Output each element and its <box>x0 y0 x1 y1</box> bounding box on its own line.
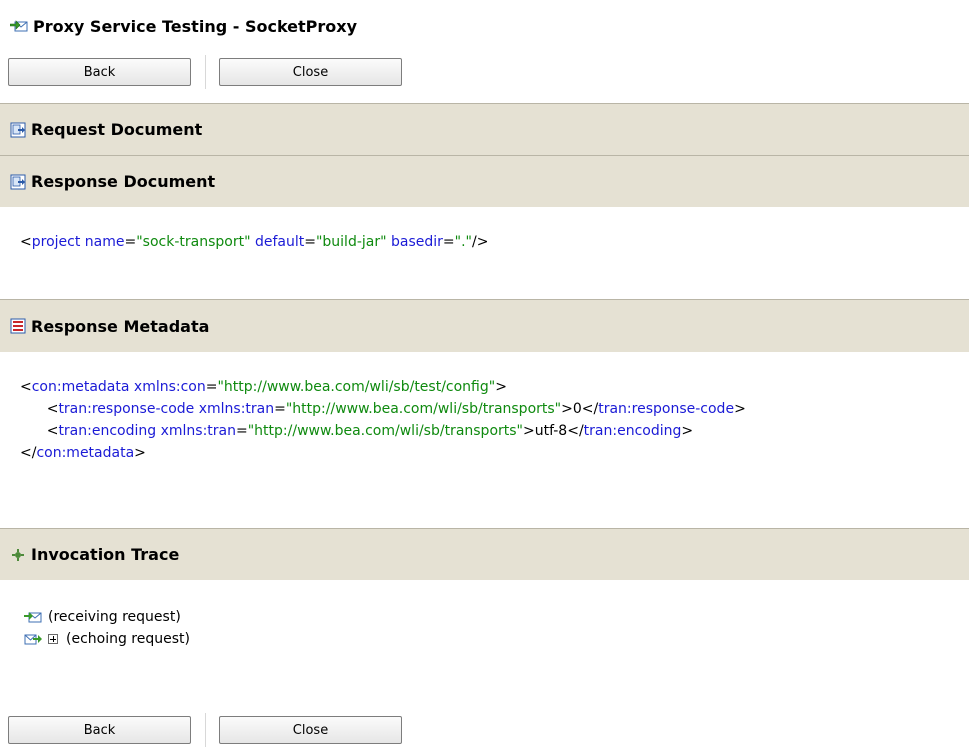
request-document-header[interactable]: Request Document <box>0 103 969 155</box>
button-separator <box>205 713 209 747</box>
response-document-xml: <project name="sock-transport" default="… <box>20 234 489 250</box>
trace-item-echoing[interactable]: (echoing request) <box>24 628 190 650</box>
page-title: Proxy Service Testing - SocketProxy <box>33 16 358 36</box>
xml-tag: project <box>31 234 81 250</box>
response-document-header[interactable]: Response Document <box>0 155 969 207</box>
trace-item-label: (echoing request) <box>66 631 190 647</box>
invocation-trace-label: Invocation Trace <box>31 545 180 564</box>
document-icon <box>10 174 26 189</box>
back-button[interactable]: Back <box>8 716 191 744</box>
response-document-label: Response Document <box>31 172 216 191</box>
receive-message-icon <box>24 612 42 623</box>
metadata-list-icon <box>10 318 26 334</box>
route-message-icon <box>24 634 42 645</box>
trace-item-receiving[interactable]: (receiving request) <box>24 606 190 628</box>
expand-plus-icon[interactable] <box>48 634 58 644</box>
trace-item-label: (receiving request) <box>48 609 181 625</box>
response-metadata-label: Response Metadata <box>31 316 210 336</box>
back-button[interactable]: Back <box>8 58 191 86</box>
invocation-trace-list: (receiving request) (echoing request) <box>24 606 190 650</box>
title-bar: Proxy Service Testing - SocketProxy <box>10 6 357 46</box>
close-button[interactable]: Close <box>219 716 402 744</box>
button-separator <box>205 55 209 89</box>
request-document-label: Request Document <box>31 120 203 139</box>
bottom-button-row: Back Close <box>8 713 402 747</box>
trace-gear-icon <box>12 548 24 561</box>
response-metadata-xml: <con:metadata xmlns:con="http://www.bea.… <box>20 379 746 461</box>
invocation-trace-header[interactable]: Invocation Trace <box>0 528 969 580</box>
close-button[interactable]: Close <box>219 58 402 86</box>
document-icon <box>10 122 26 137</box>
top-button-row: Back Close <box>8 55 402 89</box>
response-metadata-header[interactable]: Response Metadata <box>0 299 969 352</box>
proxy-service-icon <box>10 20 28 32</box>
